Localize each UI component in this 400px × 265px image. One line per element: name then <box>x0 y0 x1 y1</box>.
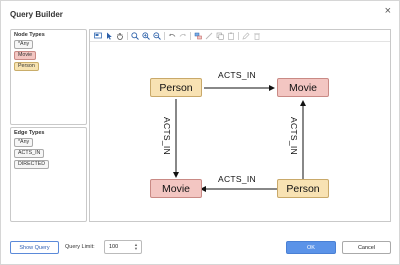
pointer-icon[interactable] <box>104 31 114 41</box>
edge-label-top: ACTS_IN <box>218 70 256 80</box>
graph-node-person-bottom[interactable]: Person <box>277 179 329 198</box>
edge-type-directed-chip[interactable]: DIRECTED <box>14 160 50 169</box>
cancel-button[interactable]: Cancel <box>342 241 391 254</box>
zoom-out-icon[interactable] <box>152 31 162 41</box>
node-type-movie-chip[interactable]: Movie <box>14 51 37 60</box>
copy-icon[interactable] <box>215 31 225 41</box>
query-builder-dialog: Query Builder × Node Types *Any Movie Pe… <box>0 0 400 265</box>
show-query-button[interactable]: Show Query <box>10 241 59 254</box>
edge-types-panel: Edge Types *Any ACTS_IN DIRECTED <box>10 127 87 222</box>
zoom-in-icon[interactable] <box>141 31 151 41</box>
pan-hand-icon[interactable] <box>115 31 125 41</box>
edit-icon[interactable] <box>241 31 251 41</box>
zoom-fit-icon[interactable] <box>130 31 140 41</box>
layout-icon[interactable] <box>93 31 103 41</box>
node-types-panel: Node Types *Any Movie Person <box>10 29 87 125</box>
edge-label-bottom: ACTS_IN <box>218 174 256 184</box>
canvas-toolbar <box>90 30 390 42</box>
ok-button[interactable]: OK <box>286 241 336 254</box>
undo-icon[interactable] <box>167 31 177 41</box>
edge-type-acts-in-chip[interactable]: ACTS_IN <box>14 149 45 158</box>
delete-icon[interactable] <box>252 31 262 41</box>
graph-node-movie-bottom[interactable]: Movie <box>150 179 202 198</box>
edge-types-header: Edge Types <box>14 130 45 136</box>
connect-icon[interactable] <box>204 31 214 41</box>
graph-node-movie-top[interactable]: Movie <box>277 78 329 97</box>
paste-icon[interactable] <box>226 31 236 41</box>
edge-type-any-chip[interactable]: *Any <box>14 138 34 147</box>
redo-icon[interactable] <box>178 31 188 41</box>
graph-node-person-top[interactable]: Person <box>150 78 202 97</box>
edge-label-left: ACTS_IN <box>162 117 172 155</box>
graph-canvas[interactable]: Person Movie Movie Person ACTS_IN ACTS_I… <box>89 29 391 222</box>
stepper-icon[interactable]: ▲ ▼ <box>134 243 138 251</box>
query-graph: Person Movie Movie Person ACTS_IN ACTS_I… <box>90 43 390 221</box>
query-limit-label: Query Limit: <box>65 244 95 250</box>
query-limit-input[interactable]: 100 ▲ ▼ <box>104 240 142 254</box>
query-limit-value: 100 <box>109 244 119 250</box>
node-type-person-chip[interactable]: Person <box>14 62 39 71</box>
edge-label-right: ACTS_IN <box>289 117 299 155</box>
node-type-any-chip[interactable]: *Any <box>14 40 34 49</box>
close-icon[interactable]: × <box>385 6 391 17</box>
add-node-icon[interactable] <box>193 31 203 41</box>
dialog-title: Query Builder <box>10 10 63 19</box>
node-types-header: Node Types <box>14 32 45 38</box>
